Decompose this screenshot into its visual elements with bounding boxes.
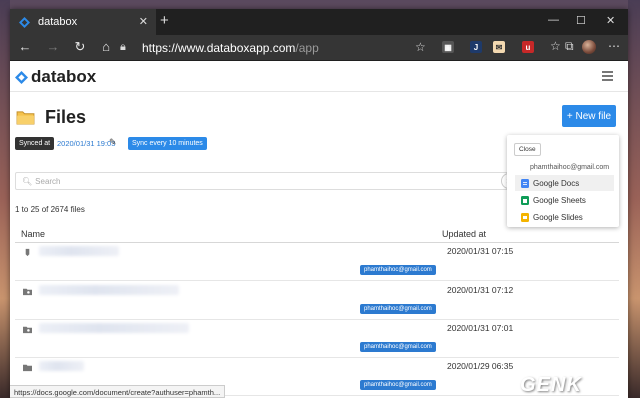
close-window-button[interactable]: ✕ [606,14,615,27]
google-docs-icon [521,178,529,188]
home-icon[interactable]: ⌂ [97,39,115,54]
search-icon: 🔍︎ [22,176,33,186]
updated-at: 2020/01/31 07:12 [447,285,514,295]
more-menu-icon[interactable]: ⋯ [608,39,620,53]
databox-logo[interactable]: databox [15,67,96,87]
watermark-logo: GENK [520,374,582,396]
shared-folder-icon [23,326,32,334]
tab-title: databox [38,16,78,28]
menu-item-google-slides[interactable]: Google Slides [515,209,614,225]
updated-at: 2020/01/29 06:35 [447,361,514,371]
new-tab-button[interactable]: + [160,12,169,29]
databox-logo-icon [15,70,28,84]
file-name-redacted [39,285,179,295]
owner-badge: phamthaihoc@gmail.com [360,265,436,275]
extension-reading-list-icon[interactable]: ▦ [442,41,454,53]
sync-interval-badge[interactable]: Sync every 10 minutes [128,137,207,150]
star-icon[interactable]: ☆ [415,40,426,54]
menu-item-google-docs[interactable]: Google Docs [515,175,614,191]
menu-item-label: Google Slides [533,212,583,222]
column-header-updated[interactable]: Updated at [442,229,486,239]
file-name-redacted [39,323,189,333]
url-field[interactable]: 🔒︎ https://www.databoxapp.com/app [120,38,442,57]
page-title-text: Files [45,107,87,127]
file-icon [25,248,30,257]
dropdown-account: phamthaihoc@gmail.com [530,164,610,171]
desktop-background-left [0,0,10,398]
tab-databox[interactable]: databox ✕ [10,9,156,35]
desktop-background-right [628,0,640,398]
databox-favicon-icon [19,16,30,28]
lock-icon: 🔒︎ [120,41,126,53]
back-icon[interactable]: ← [16,39,34,54]
search-placeholder: Search [35,176,61,186]
table-row[interactable]: phamthaihoc@gmail.com 2020/01/31 07:12 [15,282,619,320]
file-name-redacted [39,246,119,256]
profile-avatar[interactable] [582,40,596,54]
owner-badge: phamthaihoc@gmail.com [360,342,436,352]
menu-item-label: Google Sheets [533,195,586,205]
synced-time: 2020/01/31 19:03 [57,139,116,148]
collections-icon[interactable]: ⧉ [565,39,574,54]
url-host: https://www.databoxapp.com [142,40,296,55]
dropdown-close-button[interactable]: Close [514,143,541,156]
maximize-button[interactable]: ☐ [576,14,586,27]
extension-j-icon[interactable]: J [470,41,482,53]
owner-badge: phamthaihoc@gmail.com [360,380,436,390]
browser-window: databox ✕ + — ☐ ✕ ← → ↻ ⌂ 🔒︎ https://www… [10,9,628,398]
menu-item-google-sheets[interactable]: Google Sheets [515,192,614,208]
new-file-dropdown: Close phamthaihoc@gmail.com Google Docs … [507,135,619,227]
page-title: Files [16,107,86,128]
favorites-icon[interactable]: ☆ [550,39,561,53]
app-header: databox [10,62,628,92]
new-file-button[interactable]: + New file [562,105,616,127]
updated-at: 2020/01/31 07:15 [447,246,514,256]
link-status-bar: https://docs.google.com/document/create?… [10,385,226,398]
forward-icon[interactable]: → [44,39,62,54]
updated-at: 2020/01/31 07:01 [447,323,514,333]
tab-bar: databox ✕ + — ☐ ✕ [10,9,628,35]
edit-pencil-icon[interactable]: ✎ [109,137,117,148]
folder-icon [23,364,32,372]
file-name-redacted [39,361,84,371]
close-tab-icon[interactable]: ✕ [139,15,148,28]
table-row[interactable]: phamthaihoc@gmail.com 2020/01/31 07:15 [15,243,619,281]
menu-item-label: Google Docs [533,178,580,188]
extension-ublock-icon[interactable]: u [522,41,534,53]
file-count: 1 to 25 of 2674 files [15,205,85,214]
google-slides-icon [521,212,529,222]
hamburger-menu-icon[interactable] [602,71,613,83]
brand-name: databox [31,67,97,86]
folder-icon [16,111,35,125]
google-sheets-icon [521,195,529,205]
column-header-name[interactable]: Name [21,229,45,239]
url-path: /app [295,40,319,55]
minimize-button[interactable]: — [548,14,559,26]
synced-at-label: Synced at [15,137,55,150]
address-bar: ← → ↻ ⌂ 🔒︎ https://www.databoxapp.com/ap… [10,35,628,61]
search-input[interactable]: 🔍︎ Search [15,172,515,190]
refresh-icon[interactable]: ↻ [71,39,89,55]
owner-badge: phamthaihoc@gmail.com [360,304,436,314]
shared-folder-icon [23,288,32,296]
table-row[interactable]: phamthaihoc@gmail.com 2020/01/31 07:01 [15,320,619,358]
extension-mail-icon[interactable]: ✉ [493,41,505,53]
